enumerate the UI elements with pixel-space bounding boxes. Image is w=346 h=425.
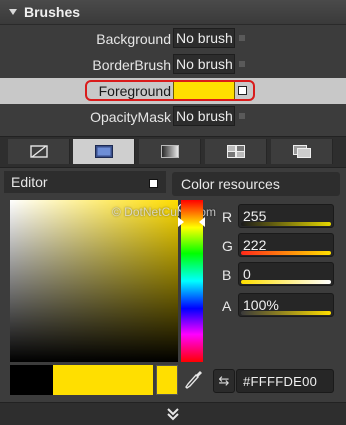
advanced-options-marker[interactable] xyxy=(239,35,245,41)
hue-slider-handle-left-icon[interactable] xyxy=(178,217,184,227)
advanced-options-marker[interactable] xyxy=(239,113,245,119)
current-color-swatch xyxy=(53,365,153,395)
tab-solid-color-brush[interactable] xyxy=(73,139,135,164)
brushes-header[interactable]: Brushes xyxy=(0,0,346,25)
brush-row-background[interactable]: Background No brush xyxy=(0,26,346,52)
advanced-options-marker[interactable] xyxy=(239,61,245,67)
hex-value-input[interactable]: #FFFFDE00 xyxy=(236,369,334,393)
solid-brush-icon xyxy=(95,145,113,158)
gradient-brush-icon xyxy=(161,145,179,158)
blue-channel-input[interactable]: 0 xyxy=(238,262,334,286)
chevron-down-icon[interactable] xyxy=(164,406,182,422)
green-channel-bar xyxy=(241,251,331,255)
color-resources-title: Color resources xyxy=(181,176,280,192)
alpha-channel-input[interactable]: 100% xyxy=(238,293,334,317)
red-channel-bar xyxy=(241,222,331,226)
collapse-triangle-icon[interactable] xyxy=(9,9,17,15)
green-channel-input[interactable]: 222 xyxy=(238,233,334,257)
channel-label-a: A xyxy=(222,298,232,314)
highlight-outline xyxy=(85,80,255,101)
editor-title: Editor xyxy=(11,174,48,190)
tab-gradient-brush[interactable] xyxy=(139,139,201,164)
brush-row-label: BorderBrush xyxy=(92,57,171,73)
channel-label-b: B xyxy=(222,267,232,283)
brushes-panel: Brushes Background No brush BorderBrush … xyxy=(0,0,346,425)
brush-value-field[interactable]: No brush xyxy=(173,106,235,126)
channel-label-r: R xyxy=(222,209,233,225)
brush-properties-list: Background No brush BorderBrush No brush… xyxy=(0,26,346,130)
tab-brush-resources[interactable] xyxy=(271,139,333,164)
brush-row-label: OpacityMask xyxy=(90,109,171,125)
brush-row-opacitymask[interactable]: OpacityMask No brush xyxy=(0,104,346,130)
brush-row-foreground[interactable]: Foreground xyxy=(0,78,346,104)
tab-no-brush[interactable] xyxy=(8,139,70,164)
last-color-swatch[interactable] xyxy=(156,365,178,395)
brush-value-field[interactable]: No brush xyxy=(173,28,235,48)
expand-bar[interactable] xyxy=(0,402,346,425)
tab-tile-brush[interactable] xyxy=(205,139,267,164)
saturation-value-picker[interactable] xyxy=(10,200,186,362)
hue-slider-handle-right-icon[interactable] xyxy=(199,217,205,227)
red-channel-input[interactable]: 255 xyxy=(238,204,334,228)
no-brush-icon xyxy=(30,145,48,158)
editor-options-marker[interactable] xyxy=(149,179,158,188)
brush-row-borderbrush[interactable]: BorderBrush No brush xyxy=(0,52,346,78)
brush-type-tabs xyxy=(0,136,346,168)
brush-value-field[interactable]: No brush xyxy=(173,54,235,74)
toggle-color-mode-button[interactable]: ⇆ xyxy=(213,369,235,393)
eyedropper-icon[interactable] xyxy=(183,368,205,392)
color-resources-tab[interactable]: Color resources xyxy=(172,172,340,196)
editor-header: Editor xyxy=(4,171,166,193)
brush-row-label: Background xyxy=(96,31,171,47)
channel-label-g: G xyxy=(222,238,233,254)
brushes-title: Brushes xyxy=(24,4,81,20)
initial-color-swatch[interactable] xyxy=(10,365,53,395)
brush-resources-icon xyxy=(293,145,311,158)
alpha-channel-bar xyxy=(241,311,331,315)
tile-brush-icon xyxy=(227,145,245,158)
blue-channel-bar xyxy=(241,280,331,284)
